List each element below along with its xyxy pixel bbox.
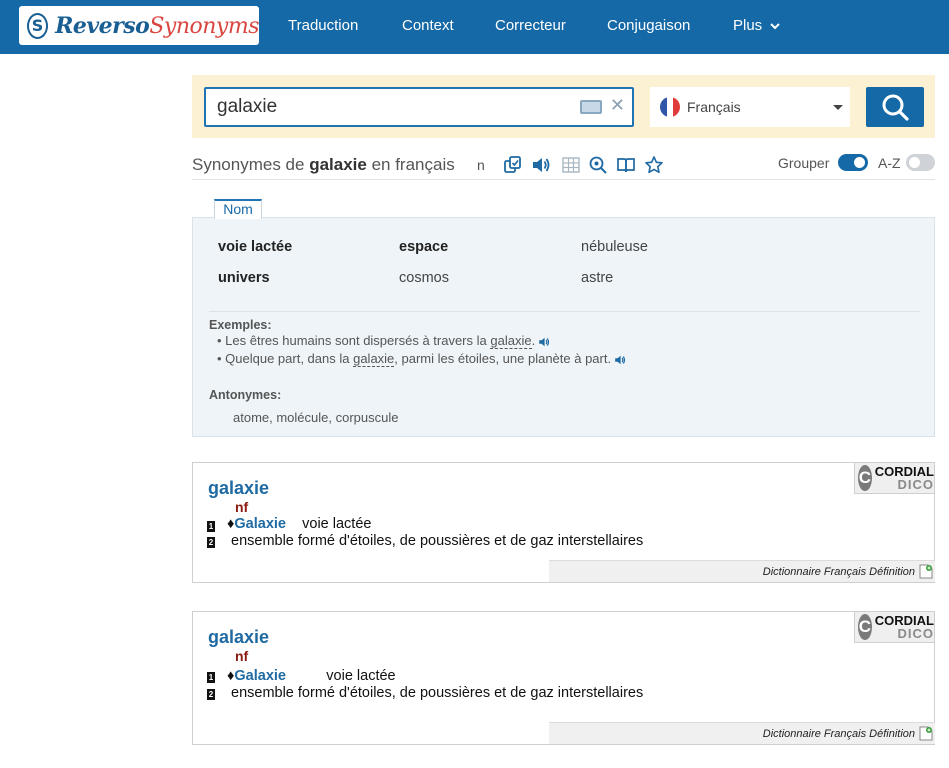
cordial-text: CORDIAL DICO (875, 614, 934, 640)
example-text-before: Quelque part, dans la (225, 351, 354, 366)
synonym-link[interactable]: voie lactée (218, 239, 292, 255)
part-of-speech: nf (235, 499, 249, 515)
card-source: Dictionnaire Français Définition (549, 722, 935, 744)
cordial-c-icon: C (858, 614, 872, 640)
nav-plus[interactable]: Plus (733, 17, 781, 34)
antonyms-list: atome, molécule, corpuscule (233, 410, 399, 425)
close-icon[interactable]: ✕ (610, 95, 625, 115)
card-source: Dictionnaire Français Définition (549, 560, 935, 582)
title-prefix: Synonymes de (192, 155, 310, 174)
logo-text: ReversoSynonyms (55, 13, 259, 39)
example-text-after: . (531, 333, 536, 348)
star-icon[interactable] (644, 155, 664, 175)
az-label: A-Z (878, 155, 901, 171)
logo-badge: S (27, 12, 49, 39)
synonym-link[interactable]: espace (399, 239, 448, 255)
source-label[interactable]: Dictionnaire Français Définition (763, 566, 915, 578)
language-label: Français (687, 99, 741, 115)
grouper-toggle[interactable] (838, 154, 868, 171)
az-toggle[interactable] (906, 154, 935, 171)
example-text-after: , parmi les étoiles, une planète à part. (394, 351, 612, 366)
synonym-link[interactable]: cosmos (399, 270, 449, 286)
sense-number-1: 1 (207, 521, 215, 532)
definition-2: ensemble formé d'étoiles, de poussières … (231, 685, 644, 701)
french-flag-icon (660, 97, 680, 117)
pos-filter[interactable]: n (477, 157, 485, 173)
dictionary-card: galaxie nf 1 ♦Galaxie voie lactée 2 ense… (192, 611, 935, 745)
grouper-label: Grouper (778, 155, 830, 171)
example-text-before: Les êtres humains sont dispersés à trave… (225, 333, 491, 348)
entry-word[interactable]: galaxie (208, 627, 269, 648)
search-icon (882, 94, 909, 121)
logo-part2: Synonyms (149, 13, 259, 39)
synonyms-panel: voie lactée espace nébuleuse univers cos… (192, 217, 935, 437)
example-word[interactable]: galaxie (353, 351, 395, 367)
title-word: galaxie (309, 155, 367, 174)
add-note-icon[interactable] (919, 726, 933, 741)
top-navbar: S ReversoSynonyms Traduction Context Cor… (0, 0, 949, 54)
table-icon[interactable] (561, 155, 581, 175)
nav-correcteur[interactable]: Correcteur (495, 17, 566, 34)
add-note-icon[interactable] (919, 564, 933, 579)
caret-down-icon (833, 105, 843, 110)
copy-icon[interactable] (503, 155, 523, 175)
logo-part1: Reverso (55, 12, 150, 39)
entry-word[interactable]: galaxie (208, 478, 269, 499)
definition-2: ensemble formé d'étoiles, de poussières … (231, 533, 644, 549)
cordial-c-icon: C (858, 465, 872, 491)
chevron-down-icon (770, 23, 781, 30)
nav-traduction[interactable]: Traduction (288, 17, 358, 34)
search-input-value: galaxie (217, 96, 278, 117)
synonym-link[interactable]: nébuleuse (581, 239, 648, 255)
part-of-speech: nf (235, 648, 249, 664)
tab-nom[interactable]: Nom (214, 199, 262, 219)
nav-plus-label: Plus (733, 17, 763, 34)
dictionary-card: galaxie nf 1 ♦Galaxie voie lactée 2 ense… (192, 462, 935, 583)
example-item: • Quelque part, dans la galaxie, parmi l… (217, 351, 627, 367)
synonym-link[interactable]: univers (218, 270, 270, 286)
sense-number-2: 2 (207, 537, 215, 548)
keyboard-icon[interactable] (580, 100, 602, 114)
reverso-logo[interactable]: S ReversoSynonyms (19, 6, 259, 45)
language-select[interactable]: Français (650, 87, 850, 127)
toggle-knob (909, 157, 920, 168)
nav-context[interactable]: Context (402, 17, 454, 34)
search-band: galaxie ✕ Français (192, 75, 935, 138)
search-button[interactable] (866, 87, 924, 127)
definition-text: voie lactée (302, 516, 372, 532)
title-suffix: en français (366, 155, 455, 174)
cordial-bottom: DICO (897, 477, 934, 492)
cordial-logo[interactable]: C CORDIAL DICO (854, 612, 934, 643)
cordial-text: CORDIAL DICO (875, 465, 934, 491)
speaker-icon[interactable] (531, 155, 551, 175)
antonyms-label: Antonymes: (209, 388, 282, 402)
definition-word[interactable]: Galaxie (234, 668, 286, 684)
toggle-knob (854, 157, 865, 168)
book-icon[interactable] (616, 155, 636, 175)
cordial-bottom: DICO (897, 626, 934, 641)
definition-1: ♦Galaxie voie lactée (227, 668, 396, 684)
zoom-search-icon[interactable] (588, 155, 608, 175)
speaker-icon[interactable] (537, 336, 551, 348)
definition-text: voie lactée (326, 668, 396, 684)
example-item: • Les êtres humains sont dispersés à tra… (217, 333, 551, 349)
search-input[interactable]: galaxie ✕ (204, 87, 634, 127)
page-title: Synonymes de galaxie en français (192, 155, 455, 175)
definition-1: ♦Galaxie voie lactée (227, 516, 372, 532)
cordial-logo[interactable]: C CORDIAL DICO (854, 463, 934, 494)
source-label[interactable]: Dictionnaire Français Définition (763, 728, 915, 740)
speaker-icon[interactable] (613, 354, 627, 366)
examples-label: Exemples: (209, 318, 272, 332)
divider (209, 311, 920, 312)
definition-word[interactable]: Galaxie (234, 516, 286, 532)
example-word[interactable]: galaxie (490, 333, 532, 349)
nav-conjugaison[interactable]: Conjugaison (607, 17, 690, 34)
sense-number-1: 1 (207, 672, 215, 683)
sense-number-2: 2 (207, 689, 215, 700)
divider (192, 179, 935, 180)
synonym-link[interactable]: astre (581, 270, 613, 286)
